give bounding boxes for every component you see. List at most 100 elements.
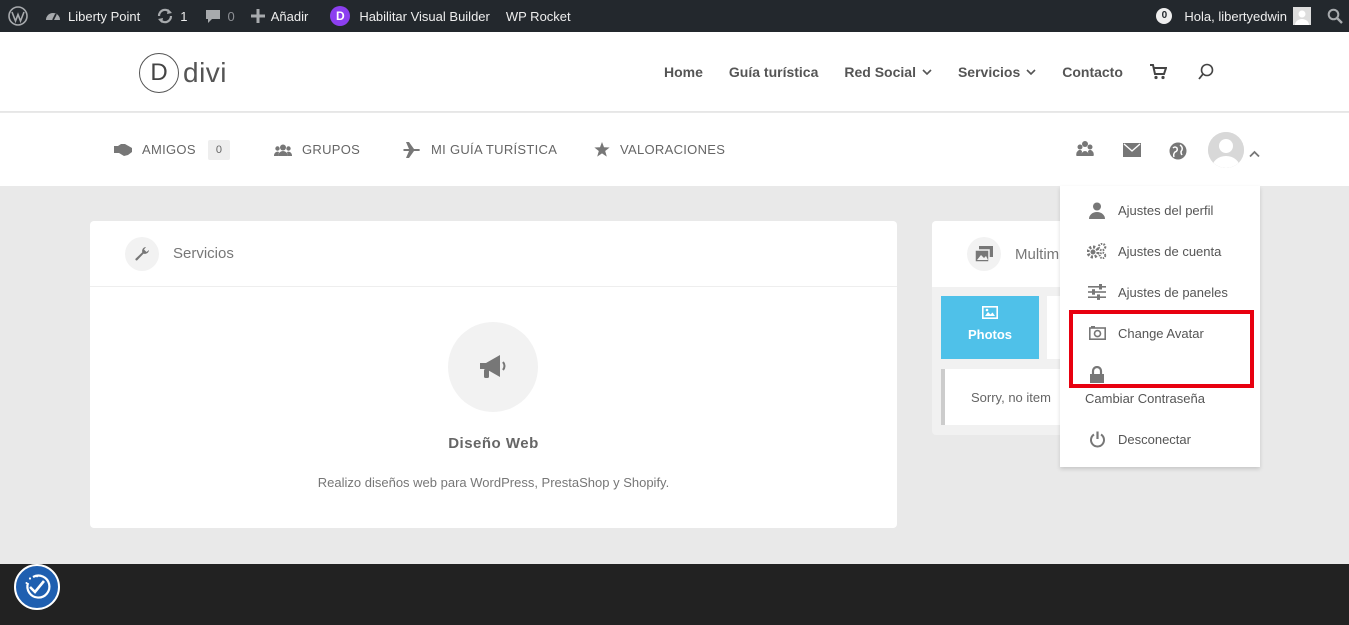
- visual-builder-link[interactable]: D Habilitar Visual Builder: [322, 0, 498, 32]
- empty-notice: Sorry, no item: [941, 369, 1072, 425]
- menu-item-label: Ajustes de paneles: [1118, 284, 1228, 300]
- photos-tab-label: Photos: [967, 327, 1013, 342]
- menu-item-label: Ajustes de cuenta: [1118, 243, 1222, 259]
- main-header: D divi Home Guía turística Red Social Se…: [0, 32, 1349, 112]
- cart-icon: [1149, 64, 1167, 80]
- chevron-down-icon: [1026, 69, 1036, 76]
- accessibility-icon: [25, 574, 51, 599]
- main-nav: Home Guía turística Red Social Servicios…: [664, 32, 1241, 112]
- comments-count: 0: [227, 8, 235, 24]
- search-icon: [1327, 8, 1343, 24]
- dashboard-icon: [46, 13, 60, 21]
- user-avatar-small: [1293, 7, 1311, 25]
- messages-button[interactable]: [1123, 143, 1141, 162]
- updates-menu[interactable]: 1: [148, 0, 195, 32]
- power-icon: [1089, 431, 1105, 447]
- menu-item-label: Cambiar Contraseña: [1085, 390, 1205, 406]
- wp-rocket-label: WP Rocket: [505, 8, 571, 24]
- comments-menu[interactable]: 0: [196, 0, 243, 32]
- subnav-label: MI GUÍA TURÍSTICA: [431, 142, 558, 157]
- add-new-label: Añadir: [270, 8, 309, 24]
- photo-icon: [982, 306, 998, 319]
- plus-icon: [250, 9, 265, 23]
- menu-item-ajustes-paneles[interactable]: Ajustes de paneles: [1060, 282, 1260, 302]
- subnav-valoraciones[interactable]: VALORACIONES: [594, 113, 725, 186]
- plane-icon: [403, 141, 420, 158]
- nav-label: Guía turística: [728, 64, 819, 80]
- menu-item-label: Desconectar: [1118, 431, 1191, 447]
- menu-item-label: Ajustes del perfil: [1118, 202, 1214, 218]
- menu-item-ajustes-perfil[interactable]: Ajustes del perfil: [1060, 200, 1260, 220]
- nav-contacto[interactable]: Contacto: [1062, 64, 1123, 80]
- activity-button[interactable]: [1169, 142, 1187, 165]
- star-icon: [594, 142, 610, 157]
- admin-bar: Liberty Point 1 0 Añadir D Habilitar Vis…: [0, 0, 1349, 32]
- nav-label: Servicios: [957, 64, 1021, 80]
- search-icon: [1198, 63, 1214, 80]
- avatar[interactable]: [1208, 132, 1244, 168]
- wordpress-menu[interactable]: [0, 0, 36, 32]
- handshake-icon: [114, 143, 132, 156]
- profile-menu-toggle[interactable]: [1249, 145, 1260, 163]
- menu-item-desconectar[interactable]: Desconectar: [1060, 429, 1260, 449]
- groups-button[interactable]: [1076, 140, 1094, 163]
- my-account-menu[interactable]: Hola, libertyedwin: [1180, 0, 1319, 32]
- highlight-box: [1069, 310, 1254, 388]
- nav-servicios[interactable]: Servicios: [958, 64, 1036, 80]
- header-search-button[interactable]: [1197, 63, 1215, 81]
- services-card-header: Servicios: [90, 221, 897, 287]
- subnav-mi-guia[interactable]: MI GUÍA TURÍSTICA: [403, 113, 557, 186]
- notifications-menu[interactable]: 0: [1148, 0, 1180, 32]
- accessibility-button[interactable]: [14, 564, 60, 610]
- service-name: Diseño Web: [448, 435, 539, 452]
- menu-item-cambiar-contrasena[interactable]: Cambiar Contraseña: [1060, 388, 1260, 408]
- media-card: Multim Photos Sorry, no item: [932, 221, 1072, 435]
- service-description: Realizo diseños web para WordPress, Pres…: [317, 475, 670, 490]
- divi-icon: D: [330, 6, 351, 26]
- nav-red-social[interactable]: Red Social: [844, 64, 932, 80]
- person-icon: [1089, 202, 1105, 219]
- images-icon: [975, 246, 993, 262]
- notification-badge: 0: [1156, 8, 1173, 24]
- gears-icon: [1087, 243, 1107, 259]
- greeting: Hola, libertyedwin: [1184, 8, 1287, 24]
- sliders-icon: [1088, 284, 1106, 300]
- nav-guia-turistica[interactable]: Guía turística: [729, 64, 818, 80]
- services-card: Servicios Diseño Web Realizo diseños web…: [90, 221, 897, 528]
- mail-icon: [1123, 143, 1141, 157]
- visual-builder-label: Habilitar Visual Builder: [359, 8, 490, 24]
- nav-label: Red Social: [844, 64, 916, 80]
- photos-tab[interactable]: Photos: [941, 296, 1039, 359]
- wordpress-icon: [8, 6, 28, 26]
- nav-label: Home: [664, 64, 703, 80]
- subnav-label: VALORACIONES: [620, 142, 726, 157]
- admin-search[interactable]: [1319, 0, 1349, 32]
- user-avatar-image: [1208, 132, 1244, 168]
- site-name-menu[interactable]: Liberty Point: [36, 0, 148, 32]
- megaphone-icon: [480, 355, 506, 378]
- images-icon-wrapper: [967, 237, 1001, 271]
- footer: [0, 564, 1349, 625]
- subnav-label: GRUPOS: [302, 142, 361, 157]
- site-logo[interactable]: D divi: [139, 53, 227, 93]
- profile-subnav: AMIGOS 0 GRUPOS MI GUÍA TURÍSTICA VALORA…: [0, 113, 1349, 186]
- media-card-header: Multim: [932, 221, 1072, 287]
- subnav-grupos[interactable]: GRUPOS: [274, 113, 360, 186]
- groups-icon: [1076, 141, 1094, 156]
- chevron-up-icon: [1249, 150, 1260, 158]
- chevron-down-icon: [922, 69, 932, 76]
- users-icon: [274, 144, 292, 156]
- wp-rocket-menu[interactable]: WP Rocket: [498, 0, 579, 32]
- add-new-menu[interactable]: Añadir: [243, 0, 317, 32]
- cart-button[interactable]: [1149, 64, 1167, 80]
- menu-item-ajustes-cuenta[interactable]: Ajustes de cuenta: [1060, 241, 1260, 261]
- nav-home[interactable]: Home: [664, 64, 703, 80]
- subnav-amigos[interactable]: AMIGOS 0: [114, 113, 231, 186]
- updates-icon: [158, 8, 173, 24]
- logo-text: divi: [183, 57, 228, 88]
- comments-icon: [205, 10, 220, 23]
- nav-label: Contacto: [1062, 64, 1123, 80]
- logo-mark: D: [139, 53, 179, 93]
- globe-icon: [1169, 142, 1187, 160]
- site-name: Liberty Point: [68, 8, 141, 24]
